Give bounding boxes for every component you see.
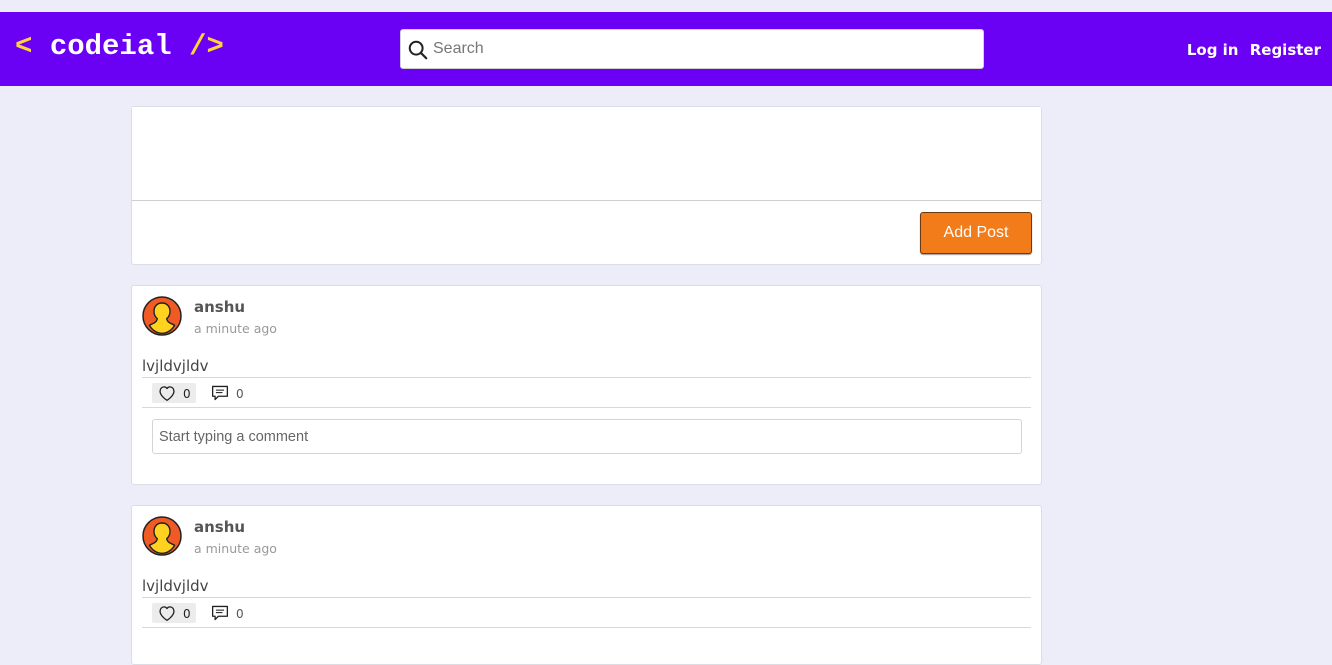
post-content: lvjldvjldv (142, 357, 209, 375)
post-actions: 0 0 (142, 377, 1031, 408)
navbar: < codeial /> Log in Register (0, 12, 1332, 86)
post-card: anshu a minute ago lvjldvjldv 0 0 (131, 505, 1042, 665)
login-link[interactable]: Log in (1187, 41, 1239, 59)
create-post-card: Add Post (131, 106, 1042, 265)
post-timestamp: a minute ago (194, 321, 277, 336)
post-author[interactable]: anshu (194, 298, 245, 316)
heart-icon (159, 386, 175, 402)
heart-icon (159, 606, 175, 622)
add-post-button[interactable]: Add Post (920, 212, 1032, 254)
comment-icon (211, 605, 229, 621)
search-input[interactable] (433, 30, 973, 68)
register-link[interactable]: Register (1250, 41, 1321, 59)
post-content: lvjldvjldv (142, 577, 209, 595)
post-author[interactable]: anshu (194, 518, 245, 536)
post-timestamp: a minute ago (194, 541, 277, 556)
post-actions: 0 0 (142, 597, 1031, 628)
comment-button[interactable]: 0 (210, 383, 250, 403)
post-card: anshu a minute ago lvjldvjldv 0 0 (131, 285, 1042, 485)
search-icon (408, 40, 428, 60)
logo[interactable]: < codeial /> (15, 30, 224, 63)
like-count: 0 (183, 607, 191, 621)
comment-button[interactable]: 0 (210, 603, 250, 623)
user-avatar-icon[interactable] (142, 296, 182, 336)
comment-input[interactable] (159, 420, 1009, 453)
logo-close-bracket: /> (189, 30, 224, 63)
user-avatar-icon[interactable] (142, 516, 182, 556)
logo-text: codeial (49, 30, 172, 63)
post-textarea[interactable] (132, 107, 1041, 201)
comment-count: 0 (236, 387, 244, 401)
comment-count: 0 (236, 607, 244, 621)
comment-box (152, 419, 1022, 454)
search-box (400, 29, 984, 69)
like-count: 0 (183, 387, 191, 401)
nav-links: Log in Register (1181, 41, 1321, 59)
like-button[interactable]: 0 (152, 383, 196, 403)
top-strip (0, 0, 1332, 12)
logo-open-bracket: < (15, 30, 33, 63)
like-button[interactable]: 0 (152, 603, 196, 623)
comment-icon (211, 385, 229, 401)
